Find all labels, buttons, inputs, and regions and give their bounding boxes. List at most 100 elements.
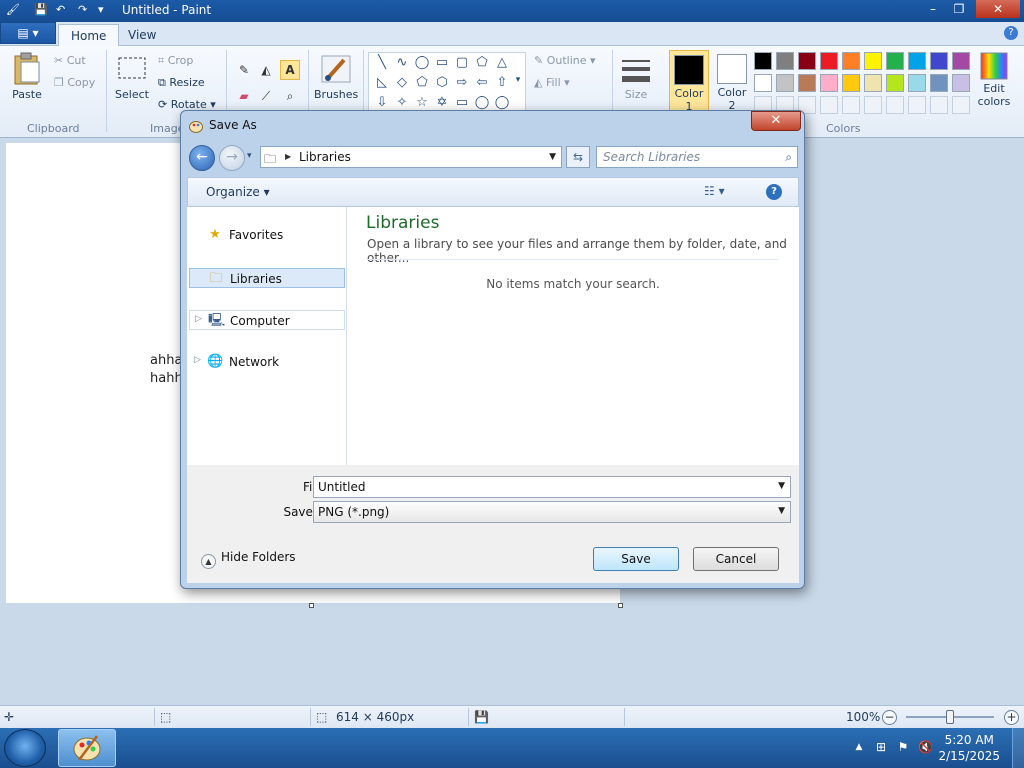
palette-custom-swatch[interactable] <box>952 96 970 114</box>
change-view-button[interactable]: ☷ ▾ <box>704 184 725 198</box>
start-button[interactable] <box>4 729 46 767</box>
palette-swatch[interactable] <box>864 74 882 92</box>
shapes-gallery[interactable]: ╲ ∿ ◯ ▭ ▢ ⬠ △ ◺ ◇ ⬠ ⬡ ⇨ ⇦ ⇧ ⇩ ✧ ☆ ✡ ▭ ◯ … <box>368 52 526 114</box>
line-shape-icon[interactable]: ╲ <box>373 54 391 72</box>
show-desktop-button[interactable] <box>1012 728 1024 768</box>
palette-custom-swatch[interactable] <box>864 96 882 114</box>
search-input[interactable]: Search Libraries ⌕ <box>596 146 798 168</box>
palette-swatch[interactable] <box>754 52 772 70</box>
palette-swatch[interactable] <box>754 74 772 92</box>
expand-arrow-icon[interactable]: ▷ <box>195 314 202 324</box>
save-type-dropdown-icon[interactable]: ▼ <box>778 506 785 516</box>
canvas-resize-handle-corner[interactable] <box>618 603 623 608</box>
palette-swatch[interactable] <box>798 74 816 92</box>
palette-swatch[interactable] <box>842 74 860 92</box>
right-triangle-shape-icon[interactable]: ◺ <box>373 74 391 92</box>
organize-button[interactable]: Organize ▾ <box>206 185 270 199</box>
oval-shape-icon[interactable]: ◯ <box>413 54 431 72</box>
magnifier-icon[interactable]: ⌕ <box>280 86 300 106</box>
shapes-scroll-icon[interactable]: ▾ <box>511 71 525 89</box>
address-dropdown-icon[interactable]: ▼ <box>549 152 556 162</box>
pencil-icon[interactable]: ✎ <box>234 60 254 80</box>
palette-swatch[interactable] <box>886 74 904 92</box>
select-button[interactable]: Select <box>114 52 150 101</box>
dialog-close-button[interactable]: ✕ <box>751 111 801 131</box>
undo-icon[interactable]: ↶ <box>56 3 65 19</box>
palette-swatch[interactable] <box>842 52 860 70</box>
save-type-select[interactable]: PNG (*.png) ▼ <box>313 501 791 523</box>
palette-custom-swatch[interactable] <box>820 96 838 114</box>
paint-menu-button[interactable]: ▤ ▾ <box>0 22 56 44</box>
help-icon[interactable]: ? <box>1004 26 1018 40</box>
up-arrow-shape-icon[interactable]: ⇧ <box>493 74 511 92</box>
zoom-in-button[interactable]: + <box>1004 710 1019 725</box>
resize-button[interactable]: ⧉ Resize <box>158 76 205 90</box>
file-name-dropdown-icon[interactable]: ▼ <box>778 481 785 491</box>
palette-swatch[interactable] <box>886 52 904 70</box>
nav-item-computer[interactable]: ▷ 🖳 Computer <box>189 310 345 330</box>
triangle-shape-icon[interactable]: △ <box>493 54 511 72</box>
palette-swatch[interactable] <box>952 52 970 70</box>
palette-custom-swatch[interactable] <box>886 96 904 114</box>
color-picker-icon[interactable]: ⟋ <box>256 86 276 106</box>
canvas-resize-handle-bottom[interactable] <box>309 603 314 608</box>
palette-swatch[interactable] <box>908 74 926 92</box>
customize-quick-access-icon[interactable]: ▾ <box>98 3 104 19</box>
forward-arrow-icon[interactable]: → <box>219 145 245 171</box>
search-icon[interactable]: ⌕ <box>785 150 792 165</box>
address-bar[interactable]: 🗀 ▶ Libraries ▼ <box>260 146 562 168</box>
cut-button[interactable]: ✂ Cut <box>54 54 86 67</box>
file-name-input[interactable]: Untitled ▼ <box>313 476 791 498</box>
text-tool-icon[interactable]: A <box>280 60 300 80</box>
show-hidden-icons-icon[interactable]: ▲ <box>852 740 866 754</box>
palette-swatch[interactable] <box>908 52 926 70</box>
hexagon-shape-icon[interactable]: ⬡ <box>433 74 451 92</box>
palette-swatch[interactable] <box>952 74 970 92</box>
fill-bucket-icon[interactable]: ◭ <box>256 60 276 80</box>
palette-swatch[interactable] <box>820 52 838 70</box>
taskbar-paint-button[interactable] <box>58 729 116 767</box>
palette-swatch[interactable] <box>930 74 948 92</box>
palette-custom-swatch[interactable] <box>842 96 860 114</box>
palette-custom-swatch[interactable] <box>908 96 926 114</box>
palette-swatch[interactable] <box>776 74 794 92</box>
breadcrumb-libraries[interactable]: Libraries <box>299 150 351 164</box>
polygon-shape-icon[interactable]: ⬠ <box>473 54 491 72</box>
nav-item-network[interactable]: ▷ 🌐 Network <box>189 352 345 372</box>
size-button[interactable]: Size <box>616 52 656 101</box>
redo-icon[interactable]: ↷ <box>78 3 87 19</box>
palette-custom-swatch[interactable] <box>930 96 948 114</box>
rectangle-shape-icon[interactable]: ▭ <box>433 54 451 72</box>
cancel-button[interactable]: Cancel <box>693 547 779 571</box>
file-list-pane[interactable]: Libraries Open a library to see your fil… <box>347 207 799 465</box>
paste-button[interactable]: Paste <box>8 52 46 101</box>
edit-colors-button[interactable]: Edit colors <box>974 52 1014 108</box>
eraser-icon[interactable]: ▰ <box>234 86 254 106</box>
right-arrow-shape-icon[interactable]: ⇨ <box>453 74 471 92</box>
action-center-flag-icon[interactable]: ⚑ <box>896 740 910 754</box>
volume-muted-icon[interactable]: 🔇 <box>918 740 933 754</box>
palette-swatch[interactable] <box>798 52 816 70</box>
fill-button[interactable]: ◭ Fill ▾ <box>534 76 570 89</box>
maximize-button[interactable]: ❐ <box>944 0 974 18</box>
tab-home[interactable]: Home <box>58 24 120 46</box>
network-icon[interactable]: ⊞ <box>874 740 888 754</box>
diamond-shape-icon[interactable]: ◇ <box>393 74 411 92</box>
back-arrow-icon[interactable]: ← <box>189 145 215 171</box>
refresh-button[interactable]: ⇆ <box>566 146 590 168</box>
palette-swatch[interactable] <box>930 52 948 70</box>
breadcrumb-arrow-icon[interactable]: ▶ <box>285 152 291 161</box>
palette-swatch[interactable] <box>820 74 838 92</box>
nav-item-favorites[interactable]: ★ Favorites <box>189 225 345 245</box>
recent-locations-chevron-icon[interactable]: ▾ <box>247 151 252 161</box>
hide-folders-button[interactable]: ▲ Hide Folders <box>201 550 296 569</box>
clock[interactable]: 5:20 AM 2/15/2025 <box>938 732 1000 764</box>
palette-swatch[interactable] <box>864 52 882 70</box>
zoom-out-button[interactable]: − <box>882 710 897 725</box>
curve-shape-icon[interactable]: ∿ <box>393 54 411 72</box>
crop-button[interactable]: ⌗ Crop <box>158 54 193 68</box>
nav-item-libraries[interactable]: 🗀 Libraries <box>189 268 345 288</box>
palette-swatch[interactable] <box>776 52 794 70</box>
paint-app-icon[interactable]: 🖌 <box>6 3 20 19</box>
zoom-slider-thumb[interactable] <box>946 710 954 724</box>
